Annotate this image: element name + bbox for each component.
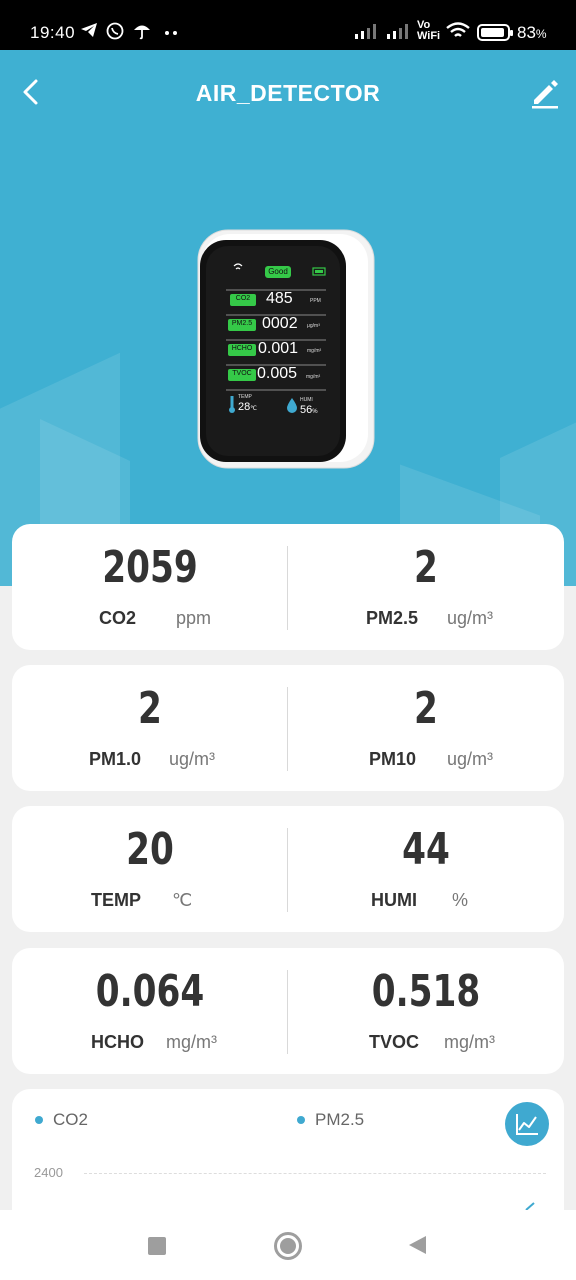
page-title: AIR_DETECTOR <box>195 80 381 106</box>
reading-co2: 2059 CO2 ppm <box>12 524 288 650</box>
reading-label: CO2 <box>99 608 137 628</box>
legend-pm25-marker <box>297 1116 305 1124</box>
reading-hcho: 0.064 HCHO mg/m³ <box>12 948 288 1074</box>
legend-co2-marker <box>35 1116 43 1124</box>
reading-label: TVOC <box>369 1032 420 1052</box>
edit-button[interactable] <box>528 76 562 110</box>
reading-value: 44 <box>402 824 450 875</box>
reading-value: 0.064 <box>95 966 205 1017</box>
reading-pm1: 2 PM1.0 ug/m³ <box>12 665 288 791</box>
reading-unit: ug/m³ <box>447 749 494 769</box>
device-status-badge: Good <box>268 267 288 276</box>
reading-value: 2 <box>414 683 438 734</box>
status-bar: 19:40 Vo WiFi 83% <box>0 0 576 50</box>
reading-card-pm10: 2 PM1.0 ug/m³ 2 PM10 ug/m³ <box>12 665 564 791</box>
reading-value: 2 <box>414 542 438 593</box>
reading-unit: ppm <box>176 608 212 628</box>
reading-label: HUMI <box>371 890 417 910</box>
device-row-hcho-value: 0.001 <box>258 340 299 357</box>
reading-pm10: 2 PM10 ug/m³ <box>288 665 564 791</box>
reading-humi: 44 HUMI % <box>288 806 564 932</box>
reading-unit: ug/m³ <box>447 608 494 628</box>
telegram-icon <box>81 23 97 37</box>
whatsapp-icon <box>106 22 124 40</box>
device-image: Good CO2 485 PPM PM2.5 0002 μg/m³ HCHO 0… <box>196 228 376 470</box>
umbrella-icon <box>134 25 150 40</box>
reading-label: PM2.5 <box>366 608 419 628</box>
reading-value: 20 <box>126 824 174 875</box>
recent-apps-button[interactable] <box>148 1237 166 1255</box>
reading-unit: mg/m³ <box>166 1032 217 1052</box>
battery-icon <box>477 24 513 41</box>
device-row-tvoc-value: 0.005 <box>257 365 298 382</box>
legend-co2[interactable]: CO2 <box>53 1110 88 1130</box>
reading-card-hcho-tvoc: 0.064 HCHO mg/m³ 0.518 TVOC mg/m³ <box>12 948 564 1074</box>
device-row-pm25-label: PM2.5 <box>231 320 253 327</box>
device-humi-value: 56% <box>300 404 318 416</box>
device-row-hcho-label: HCHO <box>231 345 253 352</box>
back-navigation-button[interactable] <box>406 1234 428 1256</box>
reading-card-co2-pm25: 2059 CO2 ppm 2 PM2.5 ug/m³ <box>12 524 564 650</box>
legend-pm25[interactable]: PM2.5 <box>315 1110 364 1130</box>
wifi-icon <box>446 22 470 37</box>
reading-unit: mg/m³ <box>444 1032 495 1052</box>
chart-view-button[interactable] <box>505 1102 549 1146</box>
device-row-co2-unit: PPM <box>310 298 321 304</box>
home-button[interactable] <box>274 1232 302 1260</box>
signal-strength-icon <box>355 24 376 39</box>
reading-label: HCHO <box>91 1032 144 1052</box>
reading-unit: % <box>452 890 469 910</box>
device-row-tvoc-unit: mg/m³ <box>306 374 321 380</box>
device-row-co2-value: 485 <box>266 290 293 307</box>
signal-strength-icon-2 <box>387 24 408 39</box>
device-row-hcho-unit: mg/m³ <box>307 348 322 354</box>
reading-value: 0.518 <box>371 966 481 1017</box>
reading-tvoc: 0.518 TVOC mg/m³ <box>288 948 564 1074</box>
vowifi-label: Vo WiFi <box>417 19 441 42</box>
reading-temp: 20 TEMP ℃ <box>12 806 288 932</box>
device-humi-label: HUMI <box>300 397 313 403</box>
chart-y-tick: 2400 <box>34 1165 63 1180</box>
status-time: 19:40 <box>30 23 76 42</box>
device-temp-value: 28℃ <box>238 401 257 413</box>
device-temp-label: TEMP <box>238 394 252 400</box>
line-chart-icon <box>516 1114 538 1135</box>
device-row-pm25-value: 0002 <box>262 315 298 332</box>
reading-value: 2 <box>138 683 162 734</box>
chart-gridline <box>84 1173 546 1174</box>
reading-pm25: 2 PM2.5 ug/m³ <box>288 524 564 650</box>
reading-label: PM1.0 <box>89 749 142 769</box>
reading-label: TEMP <box>91 890 142 910</box>
reading-value: 2059 <box>102 542 198 593</box>
device-row-pm25-unit: μg/m³ <box>307 323 320 329</box>
system-navigation-bar <box>0 1210 576 1280</box>
reading-unit: ℃ <box>172 890 193 910</box>
reading-card-temp-humi: 20 TEMP ℃ 44 HUMI % <box>12 806 564 932</box>
reading-label: PM10 <box>369 749 417 769</box>
more-notifications-icon <box>165 31 177 35</box>
device-row-tvoc-label: TVOC <box>232 370 252 377</box>
battery-percent: 83% <box>517 23 547 42</box>
device-row-co2-label: CO2 <box>235 295 251 302</box>
reading-unit: ug/m³ <box>169 749 216 769</box>
